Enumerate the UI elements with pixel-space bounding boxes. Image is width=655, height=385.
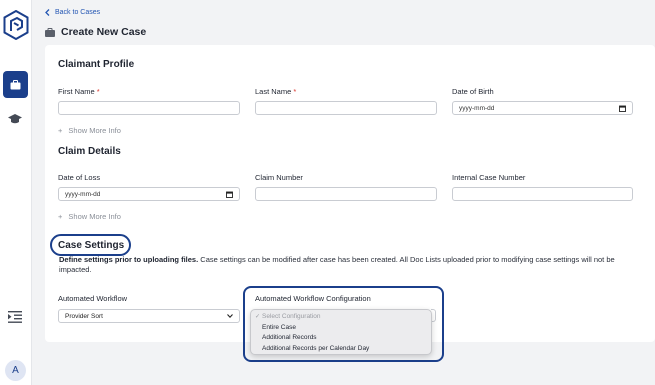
date-of-loss-input[interactable]: yyyy-mm-dd	[58, 187, 240, 201]
first-name-label: First Name *	[58, 87, 100, 96]
dropdown-option-additional-records[interactable]: Additional Records	[251, 333, 431, 344]
plus-icon: +	[58, 212, 63, 221]
page-title: Create New Case	[45, 26, 146, 38]
avatar[interactable]: A	[5, 360, 26, 381]
dropdown-option-select-configuration[interactable]: ✓ Select Configuration	[251, 312, 431, 323]
dob-label: Date of Birth	[452, 87, 494, 96]
automated-workflow-value: Provider Sort	[65, 312, 103, 320]
collapse-menu-icon[interactable]	[8, 311, 22, 323]
case-settings-title: Case Settings	[58, 240, 125, 251]
claim-show-more[interactable]: + Show More Info	[58, 212, 121, 221]
claim-number-label: Claim Number	[255, 173, 303, 182]
sidebar: A	[0, 0, 32, 385]
workflow-config-label: Automated Workflow Configuration	[255, 294, 371, 303]
plus-icon: +	[58, 126, 63, 135]
briefcase-icon	[10, 79, 21, 89]
show-more-label: Show More Info	[68, 212, 121, 221]
claimant-profile-title: Claimant Profile	[58, 59, 135, 70]
dob-input[interactable]: yyyy-mm-dd	[452, 101, 633, 115]
case-settings-description: Define settings prior to uploading files…	[59, 255, 649, 275]
chevron-left-icon	[45, 9, 50, 16]
automated-workflow-label: Automated Workflow	[58, 294, 128, 303]
date-of-loss-label: Date of Loss	[58, 173, 101, 182]
dropdown-option-entire-case[interactable]: Entire Case	[251, 323, 431, 334]
briefcase-icon	[45, 27, 55, 37]
last-name-label: Last Name *	[255, 87, 297, 96]
calendar-icon[interactable]	[619, 105, 626, 112]
dob-value: yyyy-mm-dd	[459, 104, 495, 112]
internal-case-number-label: Internal Case Number	[452, 173, 526, 182]
case-settings-description-bold: Define settings prior to uploading files…	[59, 255, 199, 264]
workflow-config-dropdown[interactable]: ✓ Select Configuration Entire Case Addit…	[250, 309, 432, 355]
claim-details-title: Claim Details	[58, 146, 121, 157]
graduation-cap-icon[interactable]	[7, 113, 23, 125]
dropdown-option-additional-records-per-day[interactable]: Additional Records per Calendar Day	[251, 344, 431, 355]
first-name-input[interactable]	[58, 101, 240, 115]
back-link-label: Back to Cases	[55, 9, 101, 16]
page-title-text: Create New Case	[61, 26, 147, 38]
automated-workflow-select[interactable]: Provider Sort	[58, 309, 240, 323]
claimant-show-more[interactable]: + Show More Info	[58, 126, 121, 135]
last-name-input[interactable]	[255, 101, 437, 115]
nav-cases[interactable]	[3, 71, 28, 98]
back-to-cases-link[interactable]: Back to Cases	[45, 9, 100, 16]
claim-number-input[interactable]	[255, 187, 437, 201]
calendar-icon[interactable]	[226, 191, 233, 198]
show-more-label: Show More Info	[68, 126, 121, 135]
internal-case-number-input[interactable]	[452, 187, 633, 201]
check-icon: ✓	[255, 314, 261, 320]
date-of-loss-value: yyyy-mm-dd	[65, 190, 101, 198]
logo-icon[interactable]	[3, 10, 29, 40]
chevron-down-icon	[227, 314, 233, 318]
